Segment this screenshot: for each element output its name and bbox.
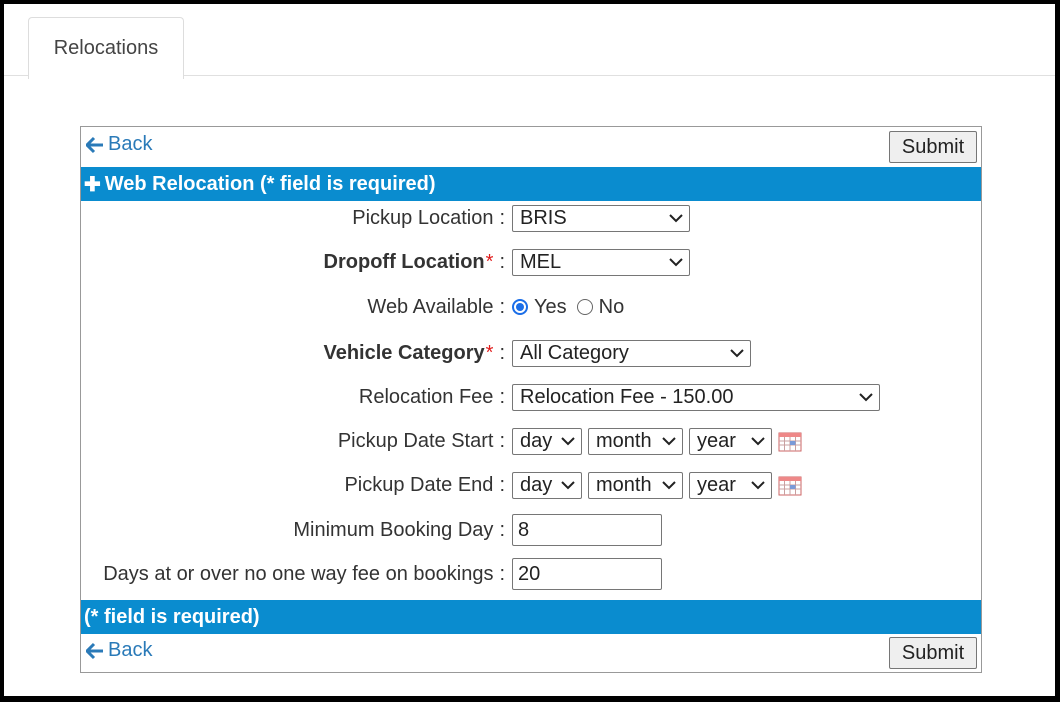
required-mark: *	[485, 341, 494, 364]
minimum-booking-day-row: Minimum Booking Day : 8	[81, 513, 981, 547]
dropoff-location-select[interactable]: MEL	[512, 248, 690, 276]
back-link-bottom[interactable]: Back	[86, 639, 152, 662]
arrow-left-icon	[86, 642, 103, 659]
radio-unselected-icon	[576, 299, 593, 315]
chevron-down-icon	[751, 481, 765, 490]
dropoff-location-label: Dropoff Location	[323, 250, 485, 273]
relocation-fee-row: Relocation Fee : Relocation Fee - 150.00	[81, 380, 981, 414]
form-footer-bar: (* field is required)	[81, 600, 981, 634]
back-label: Back	[108, 133, 153, 155]
relocation-fee-select[interactable]: Relocation Fee - 150.00	[512, 383, 880, 411]
vehicle-category-row: Vehicle Category * : All Category	[81, 336, 981, 370]
pickup-start-year-select[interactable]: year	[689, 427, 772, 455]
pickup-end-year-select[interactable]: year	[689, 471, 772, 499]
pickup-date-end-label: Pickup Date End	[344, 473, 494, 496]
chevron-down-icon	[662, 437, 676, 446]
no-one-way-fee-days-input[interactable]: 20	[512, 558, 662, 590]
pickup-date-start-label: Pickup Date Start	[337, 429, 494, 452]
tab-label: Relocations	[53, 37, 159, 59]
relocation-fee-label: Relocation Fee	[358, 385, 494, 408]
pickup-location-select[interactable]: BRIS	[512, 204, 690, 232]
required-mark: *	[485, 250, 494, 273]
web-available-yes-radio[interactable]: Yes	[512, 296, 567, 319]
pickup-end-day-select[interactable]: day	[512, 471, 582, 499]
relocation-form-panel: Back Submit ✚ Web Relocation (* field is…	[80, 126, 982, 673]
no-one-way-fee-days-label: Days at or over no one way fee on bookin…	[103, 562, 494, 585]
vehicle-category-label: Vehicle Category	[323, 341, 485, 364]
minimum-booking-day-label: Minimum Booking Day	[293, 518, 494, 541]
form-title: Web Relocation (* field is required)	[104, 172, 436, 195]
submit-button-bottom[interactable]: Submit	[889, 637, 977, 669]
pickup-start-month-select[interactable]: month	[588, 427, 683, 455]
pickup-date-start-row: Pickup Date Start : day month year	[81, 424, 981, 458]
pickup-end-month-select[interactable]: month	[588, 471, 683, 499]
chevron-down-icon	[561, 481, 575, 490]
back-link-top[interactable]: Back	[86, 133, 152, 156]
plus-icon: ✚	[84, 173, 101, 196]
calendar-icon[interactable]	[778, 430, 802, 452]
web-available-row: Web Available : Yes No	[367, 295, 625, 319]
back-label: Back	[108, 639, 153, 661]
chevron-down-icon	[669, 214, 683, 223]
chevron-down-icon	[751, 437, 765, 446]
chevron-down-icon	[859, 393, 873, 402]
calendar-icon[interactable]	[778, 474, 802, 496]
radio-selected-icon	[512, 299, 528, 315]
chevron-down-icon	[662, 481, 676, 490]
chevron-down-icon	[730, 349, 744, 358]
dropoff-location-row: Dropoff Location * : MEL	[81, 245, 981, 279]
tab-relocations[interactable]: Relocations	[28, 17, 184, 79]
no-one-way-fee-days-row: Days at or over no one way fee on bookin…	[81, 557, 981, 591]
chevron-down-icon	[561, 437, 575, 446]
vehicle-category-select[interactable]: All Category	[512, 339, 751, 367]
chevron-down-icon	[669, 258, 683, 267]
pickup-location-row: Pickup Location : BRIS	[81, 201, 981, 235]
pickup-location-label: Pickup Location	[352, 206, 494, 229]
web-available-label: Web Available	[367, 295, 494, 318]
web-available-no-radio[interactable]: No	[576, 296, 624, 319]
pickup-date-end-row: Pickup Date End : day month year	[81, 468, 981, 502]
submit-button-top[interactable]: Submit	[889, 131, 977, 163]
minimum-booking-day-input[interactable]: 8	[512, 514, 662, 546]
pickup-start-day-select[interactable]: day	[512, 427, 582, 455]
required-note: (* field is required)	[84, 605, 260, 628]
arrow-left-icon	[86, 136, 103, 153]
form-header-bar: ✚ Web Relocation (* field is required)	[81, 167, 981, 201]
